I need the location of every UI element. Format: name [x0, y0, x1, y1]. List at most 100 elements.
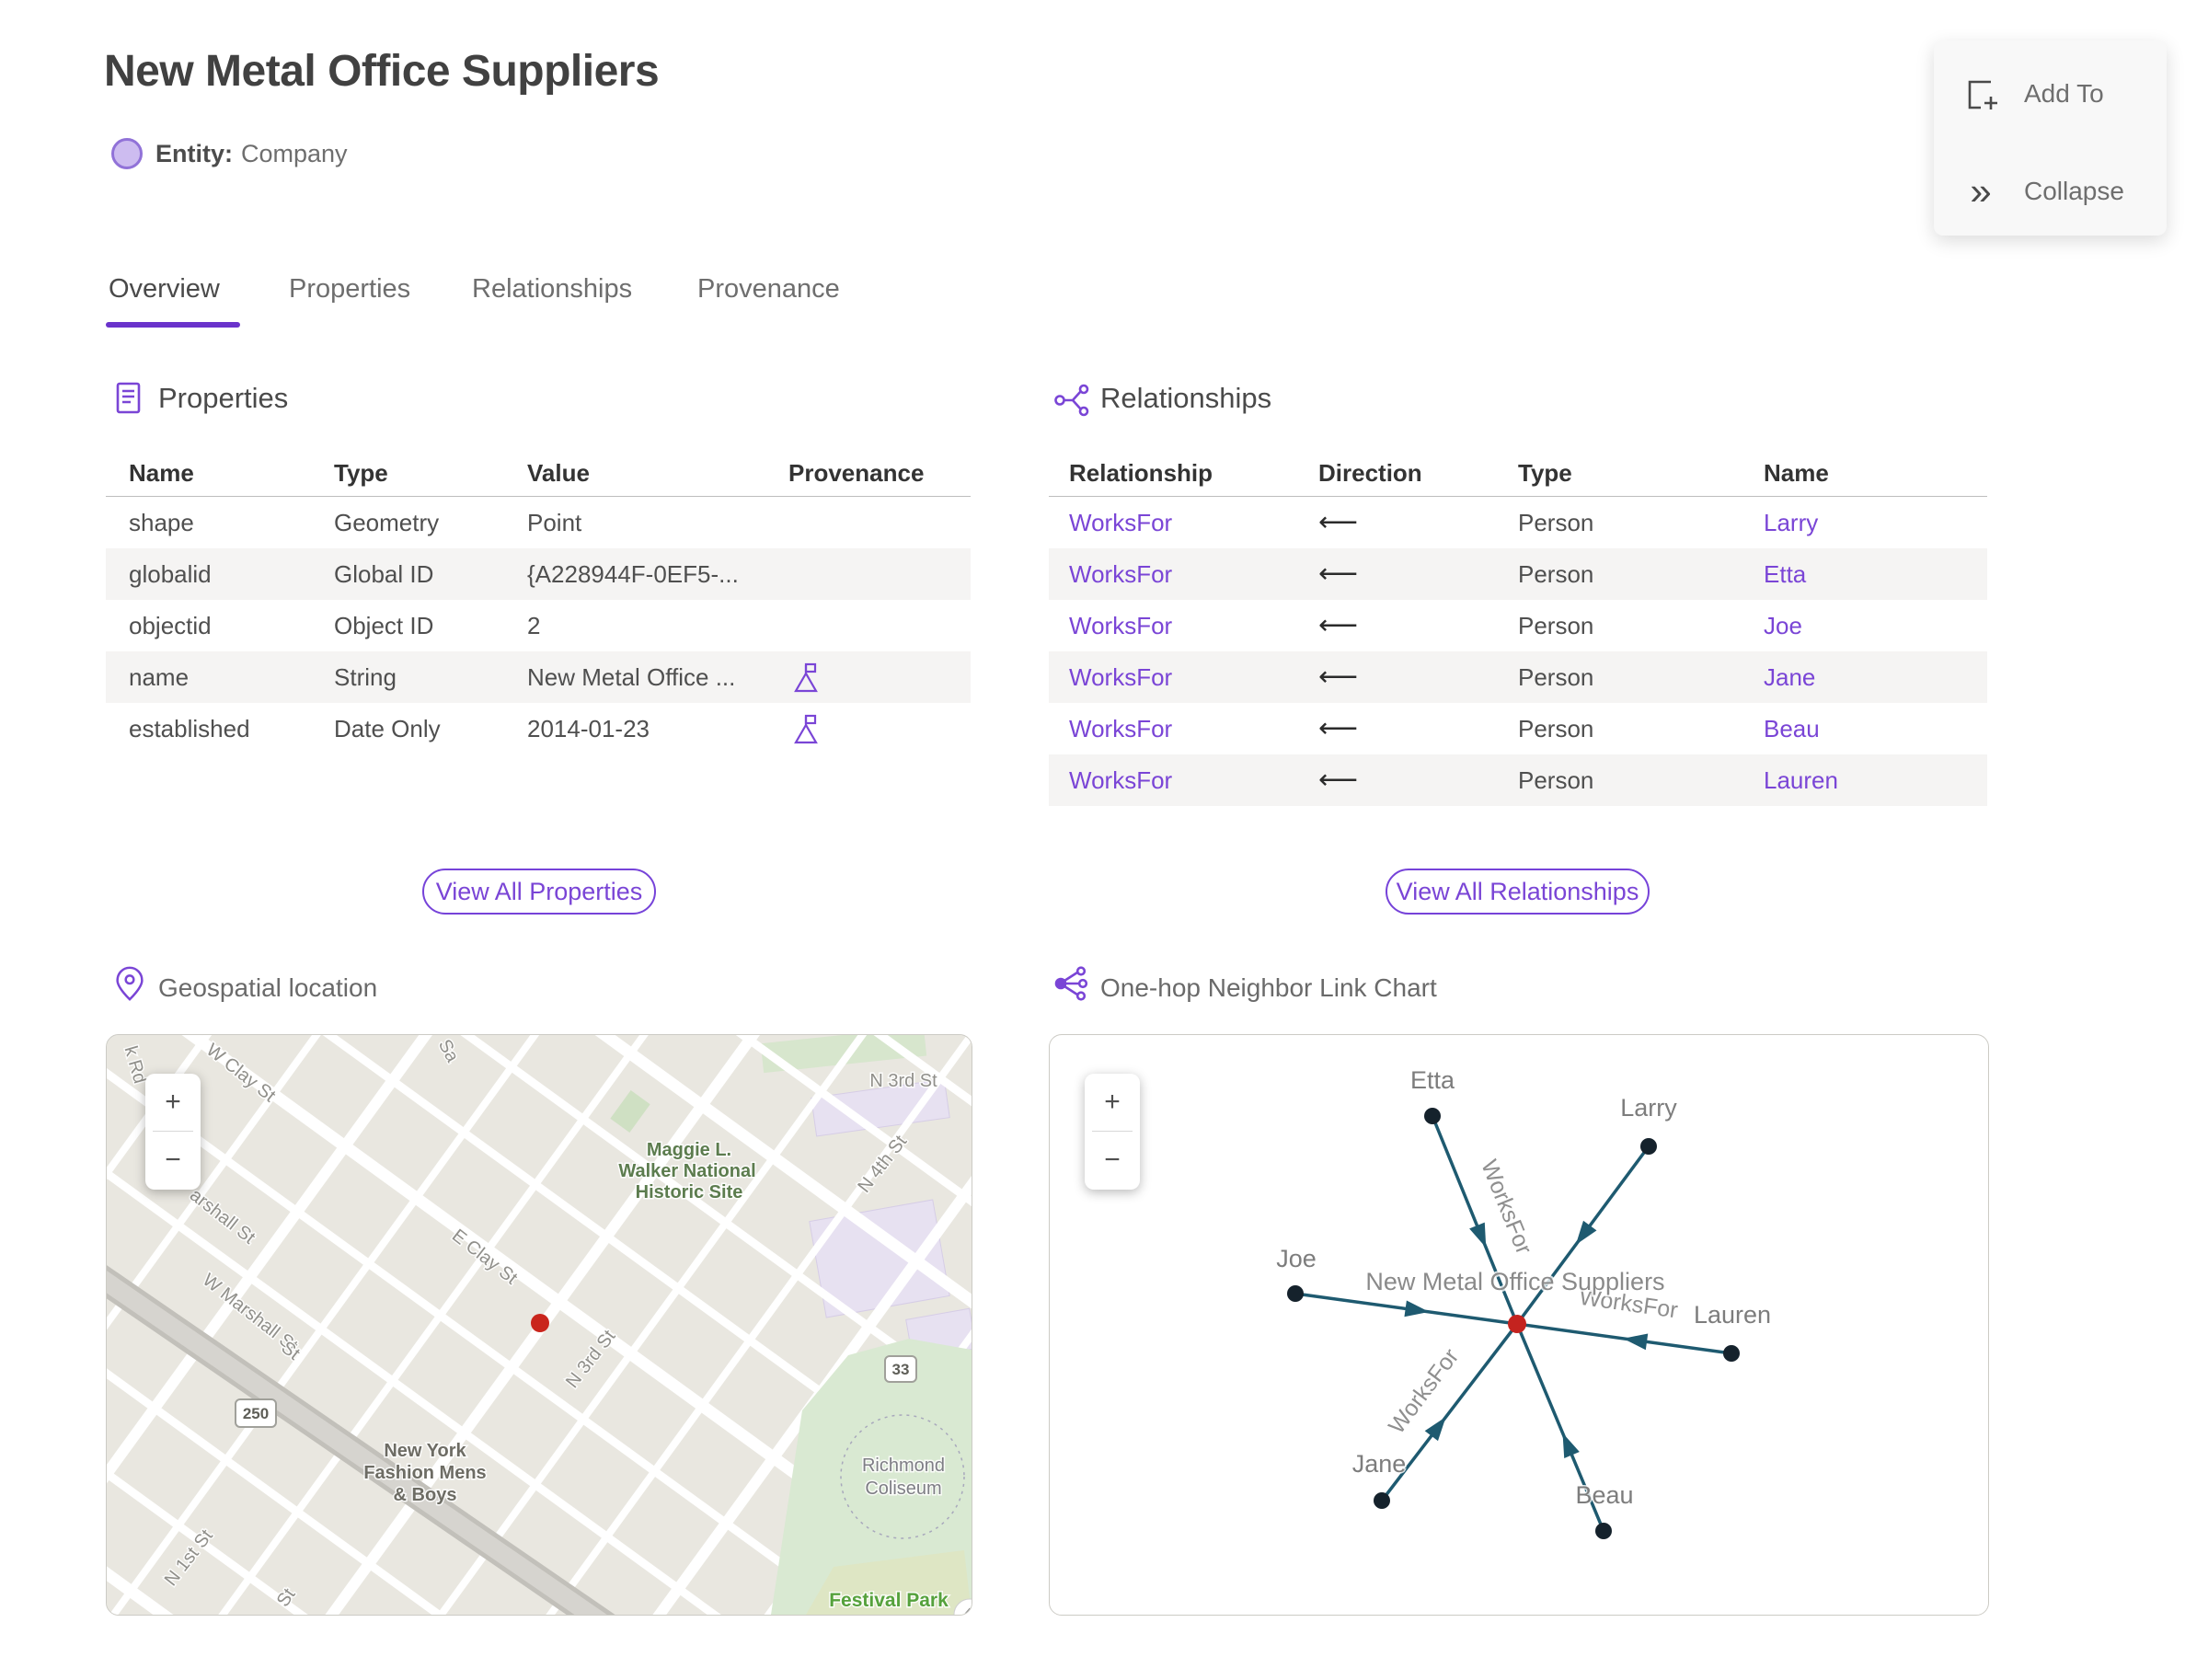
- edge-arrowhead: [1562, 1433, 1580, 1458]
- prop-value: 2014-01-23: [527, 715, 650, 742]
- relationships-icon: [1052, 381, 1091, 424]
- relationships-section-title: Relationships: [1100, 382, 1272, 414]
- zoom-out-button[interactable]: −: [145, 1132, 201, 1189]
- relationship-link[interactable]: WorksFor: [1069, 754, 1172, 806]
- graph-node[interactable]: [1374, 1492, 1390, 1509]
- collapse-icon: »: [1970, 169, 1992, 213]
- prop-type: Global ID: [334, 560, 434, 588]
- map-label: & Boys: [394, 1485, 457, 1505]
- entity-location-marker: [531, 1314, 549, 1332]
- prop-value: {A228944F-0EF5-...: [527, 560, 739, 588]
- rel-type: Person: [1518, 612, 1594, 639]
- center-graph-node[interactable]: [1508, 1315, 1526, 1333]
- prop-name: globalid: [129, 560, 212, 588]
- provenance-icon[interactable]: [791, 661, 821, 698]
- prop-name: shape: [129, 509, 194, 536]
- table-row: globalid Global ID {A228944F-0EF5-...: [106, 548, 971, 600]
- relationship-link[interactable]: WorksFor: [1069, 703, 1172, 754]
- map-label: Coliseum: [865, 1479, 941, 1499]
- direction-arrow: ⟵: [1318, 558, 1359, 589]
- graph-node-label: Lauren: [1694, 1301, 1771, 1329]
- col-provenance: Provenance: [788, 459, 925, 487]
- prop-name: objectid: [129, 612, 212, 639]
- relationship-link[interactable]: WorksFor: [1069, 548, 1172, 600]
- zoom-out-button[interactable]: −: [1085, 1132, 1140, 1189]
- direction-arrow: ⟵: [1318, 610, 1359, 640]
- rel-type: Person: [1518, 715, 1594, 742]
- graph-node[interactable]: [1287, 1285, 1304, 1302]
- add-to-button[interactable]: Add To: [1934, 64, 2167, 123]
- graph-node-label: Joe: [1276, 1245, 1317, 1272]
- collapse-button[interactable]: » Collapse: [1934, 162, 2167, 221]
- col-relationship: Relationship: [1069, 459, 1213, 487]
- link-chart-canvas[interactable]: + − WorksFor WorksFor WorksFor Etta Larry Joe…: [1049, 1034, 1989, 1616]
- table-row: WorksFor ⟵ Person Lauren: [1049, 754, 1987, 806]
- edge-label: WorksFor: [1384, 1344, 1464, 1439]
- properties-section-title: Properties: [158, 382, 289, 414]
- graph-node[interactable]: [1595, 1523, 1612, 1539]
- add-to-icon: [1961, 75, 2000, 113]
- route-shield-label: 250: [243, 1405, 269, 1422]
- tab-relationships[interactable]: Relationships: [472, 274, 632, 305]
- tab-provenance[interactable]: Provenance: [697, 274, 840, 305]
- map-label: Festival Park: [829, 1590, 949, 1611]
- link-chart-graph: WorksForWorksForWorksForEttaLarryJoeLaur…: [1275, 1065, 1773, 1539]
- properties-icon: [110, 379, 147, 422]
- col-value: Value: [527, 459, 590, 487]
- entity-type-icon: [111, 138, 143, 169]
- table-row: WorksFor ⟵ Person Joe: [1049, 600, 1987, 651]
- entity-link[interactable]: Etta: [1764, 548, 1806, 600]
- zoom-in-button[interactable]: +: [145, 1074, 201, 1131]
- entity-link[interactable]: Joe: [1764, 600, 1802, 651]
- map-zoom-control: + −: [145, 1074, 201, 1190]
- direction-arrow: ⟵: [1318, 713, 1359, 743]
- entity-link[interactable]: Lauren: [1764, 754, 1838, 806]
- basemap: 25033 W Clay Stk Rd Saarshall StW Marshal…: [107, 1035, 972, 1615]
- direction-arrow: ⟵: [1318, 662, 1359, 692]
- direction-arrow: ⟵: [1318, 765, 1359, 795]
- tab-overview[interactable]: Overview: [109, 274, 220, 305]
- provenance-icon[interactable]: [791, 712, 821, 750]
- relationship-link[interactable]: WorksFor: [1069, 651, 1172, 703]
- link-chart-section-title: One-hop Neighbor Link Chart: [1100, 973, 1437, 1002]
- map-label: Historic Site: [636, 1182, 743, 1202]
- properties-table-header: Name Type Value Provenance: [106, 453, 971, 497]
- prop-type: Object ID: [334, 612, 434, 639]
- prop-value: Point: [527, 509, 582, 536]
- entity-link[interactable]: Beau: [1764, 703, 1820, 754]
- col-type: Type: [334, 459, 388, 487]
- geospatial-section-title: Geospatial location: [158, 973, 378, 1002]
- rel-type: Person: [1518, 766, 1594, 794]
- chart-zoom-control: + −: [1085, 1074, 1140, 1190]
- center-node-label: New Metal Office Suppliers: [1365, 1268, 1664, 1295]
- map-label: Maggie L.: [647, 1140, 731, 1160]
- active-tab-indicator: [106, 322, 240, 328]
- col-type: Type: [1518, 459, 1572, 487]
- view-all-relationships-button[interactable]: View All Relationships: [1386, 869, 1650, 915]
- prop-value: New Metal Office ...: [527, 663, 736, 691]
- tab-properties[interactable]: Properties: [289, 274, 410, 305]
- entity-link[interactable]: Larry: [1764, 497, 1818, 548]
- prop-type: String: [334, 663, 397, 691]
- map-label: N 3rd St: [869, 1071, 937, 1091]
- table-row: WorksFor ⟵ Person Beau: [1049, 703, 1987, 754]
- page-title: New Metal Office Suppliers: [104, 47, 660, 96]
- entity-label: Entity:: [155, 139, 233, 167]
- relationship-link[interactable]: WorksFor: [1069, 600, 1172, 651]
- zoom-in-button[interactable]: +: [1085, 1074, 1140, 1131]
- graph-node[interactable]: [1424, 1108, 1441, 1124]
- map-label: Richmond: [862, 1456, 945, 1476]
- edge-arrowhead: [1469, 1222, 1487, 1248]
- view-all-properties-button[interactable]: View All Properties: [422, 869, 656, 915]
- graph-node-label: Etta: [1410, 1066, 1455, 1094]
- graph-node-label: Beau: [1575, 1481, 1633, 1509]
- collapse-label: Collapse: [2024, 177, 2124, 205]
- map-canvas[interactable]: + − 250 33 W Clay St k Rd Sa arshall St W Mar…: [106, 1034, 972, 1616]
- col-name: Name: [129, 459, 194, 487]
- properties-table: Name Type Value Provenance shape Geometr…: [106, 453, 971, 806]
- graph-node[interactable]: [1640, 1138, 1657, 1155]
- graph-node[interactable]: [1723, 1345, 1740, 1362]
- relationship-link[interactable]: WorksFor: [1069, 497, 1172, 548]
- entity-link[interactable]: Jane: [1764, 651, 1815, 703]
- map-pin-icon: [112, 964, 147, 1007]
